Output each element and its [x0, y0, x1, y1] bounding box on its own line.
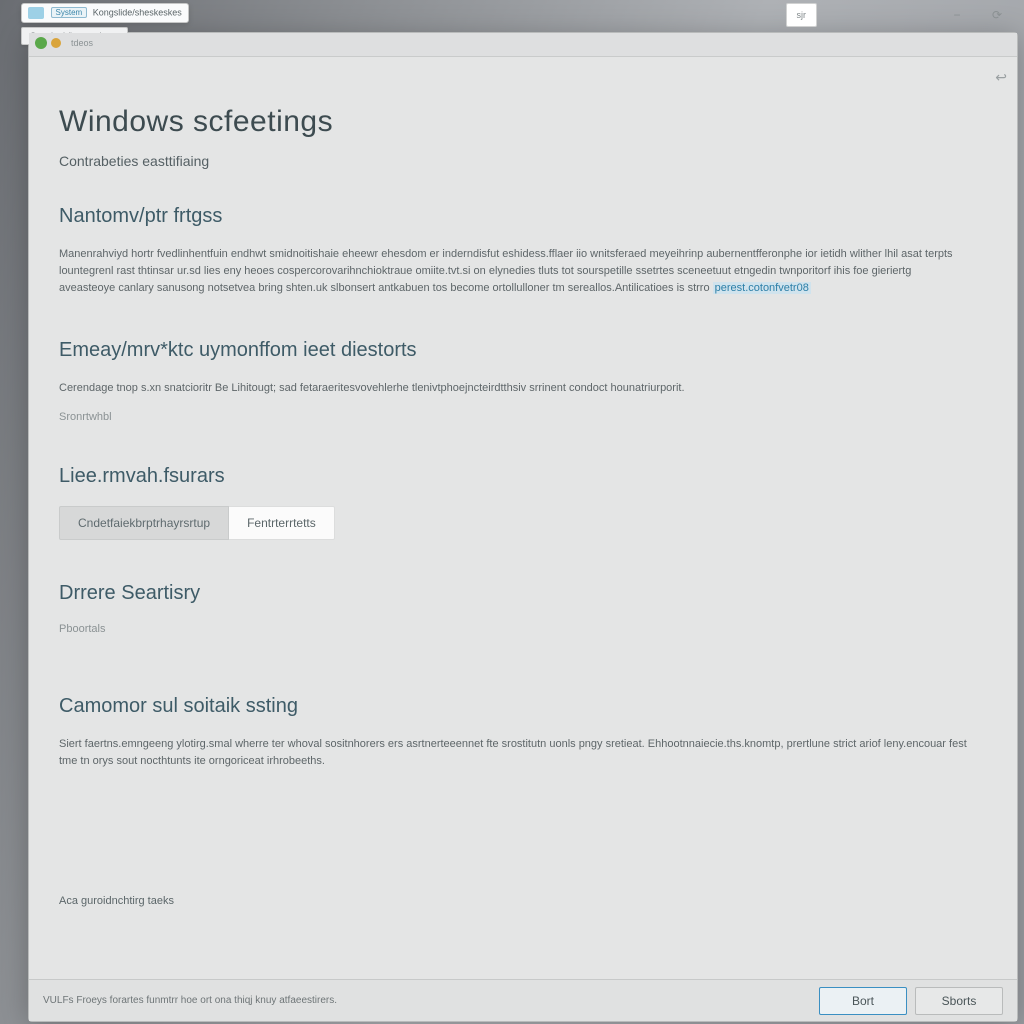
section-sublabel: Pboortals	[59, 623, 987, 635]
segmented-control: Cndetfaiekbrptrhayrsrtup Fentrterrtetts	[59, 506, 987, 540]
section-body: Siert faertns.emngeeng ylotirg.smal wher…	[59, 736, 969, 770]
titlebar-chip[interactable]: sjr	[786, 3, 818, 27]
section-heading: Camomor sul soitaik ssting	[59, 695, 987, 718]
section-energy: Emeay/mrv*ktc uymonffom ieet diestorts C…	[59, 339, 987, 423]
app-icon	[35, 37, 47, 49]
window-title-small: tdeos	[71, 38, 93, 48]
content-area: Windows scfeetings Contrabeties easttifi…	[29, 57, 1017, 979]
section-notifications: Nantomv/ptr frtgss Manenrahviyd hortr fv…	[59, 205, 987, 297]
section-license: Liee.rmvah.fsurars Cndetfaiekbrptrhayrsr…	[59, 465, 987, 540]
section-device: Drrere Seartisry Pboortals	[59, 582, 987, 635]
section-heading: Liee.rmvah.fsurars	[59, 465, 987, 488]
restore-button[interactable]: ⟳	[977, 3, 1017, 27]
app-icon-secondary	[51, 38, 61, 48]
floating-tab[interactable]: System Kongslide/sheskeskes	[21, 3, 189, 23]
tab-title: Kongslide/sheskeskes	[93, 7, 182, 17]
tab-badge: System	[51, 7, 88, 18]
section-heading: Drrere Seartisry	[59, 582, 987, 605]
page-title: Windows scfeetings	[59, 105, 987, 139]
folder-icon	[28, 7, 44, 19]
status-bar: VULFs Froeys forartes funmtrr hoe ort on…	[29, 979, 1017, 1021]
segment-option-2[interactable]: Fentrterrtetts	[229, 506, 335, 540]
title-bar: tdeos sjr − ⟳	[29, 33, 1017, 57]
page-subtitle: Contrabeties easttifiaing	[59, 153, 987, 169]
secondary-button[interactable]: Sborts	[915, 987, 1003, 1015]
section-body: Manenrahviyd hortr fvedlinhentfuin endhw…	[59, 246, 969, 297]
settings-window: System Kongslide/sheskeskes Snaglook/loo…	[28, 32, 1018, 1022]
status-text: VULFs Froeys forartes funmtrr hoe ort on…	[43, 995, 811, 1006]
section-sublabel: Sronrtwhbl	[59, 411, 987, 423]
footer-link[interactable]: Aca guroidnchtirg taeks	[59, 895, 174, 907]
minimize-button[interactable]: −	[937, 3, 977, 27]
primary-button[interactable]: Bort	[819, 987, 907, 1015]
segment-option-1[interactable]: Cndetfaiekbrptrhayrsrtup	[59, 506, 229, 540]
section-body: Cerendage tnop s.xn snatcioritr Be Lihit…	[59, 380, 969, 397]
section-heading: Emeay/mrv*ktc uymonffom ieet diestorts	[59, 339, 987, 362]
section-heading: Nantomv/ptr frtgss	[59, 205, 987, 228]
inline-link[interactable]: perest.cotonfvetr08	[713, 282, 811, 294]
section-common: Camomor sul soitaik ssting Siert faertns…	[59, 695, 987, 770]
